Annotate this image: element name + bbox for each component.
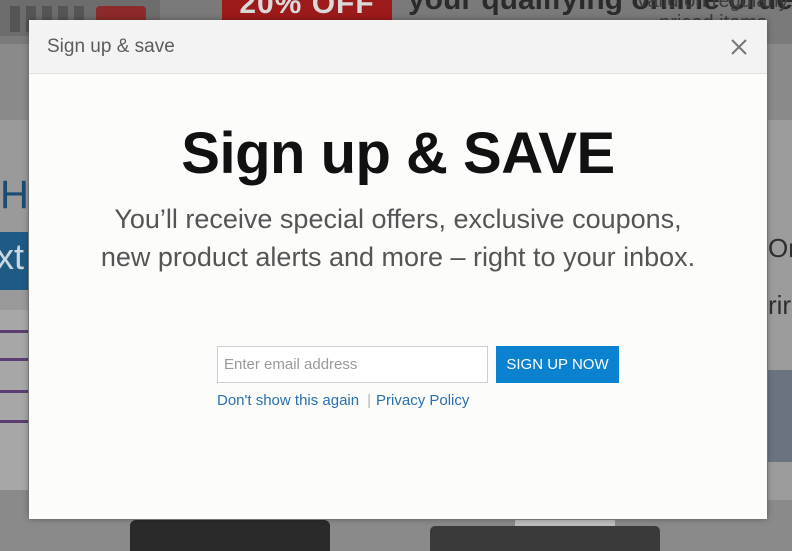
modal-title: Sign up & save <box>47 36 175 57</box>
left-paper-stack-image <box>0 310 28 490</box>
close-icon <box>731 39 747 55</box>
right-image-block <box>768 370 792 462</box>
right-text-fragment-1: On <box>768 233 792 263</box>
modal-links: Don't show this again | Privacy Policy <box>217 392 469 410</box>
left-heading-fragment: H <box>0 173 28 217</box>
email-input[interactable] <box>217 346 488 383</box>
close-button[interactable] <box>728 36 750 58</box>
modal-headline: Sign up & SAVE <box>181 121 615 186</box>
dont-show-again-link[interactable]: Don't show this again <box>217 392 359 409</box>
modal-subtext: You’ll receive special offers, exclusive… <box>29 200 767 276</box>
promo-discount-badge: 20% OFF <box>222 0 392 20</box>
subtext-line-2: new product alerts and more – right to y… <box>100 242 696 272</box>
modal-header: Sign up & save <box>29 20 767 74</box>
right-text-fragment-2: rir <box>768 290 792 320</box>
left-button-fragment: xt <box>0 232 28 290</box>
printer-image-2 <box>430 526 660 551</box>
subtext-line-1: You’ll receive special offers, exclusive… <box>114 204 682 234</box>
signup-modal: Sign up & save Sign up & SAVE You’ll rec… <box>29 20 767 519</box>
privacy-policy-link[interactable]: Privacy Policy <box>376 392 469 409</box>
sign-up-now-button[interactable]: SIGN UP NOW <box>496 346 619 383</box>
link-separator: | <box>367 392 372 409</box>
printer-image <box>130 520 330 551</box>
